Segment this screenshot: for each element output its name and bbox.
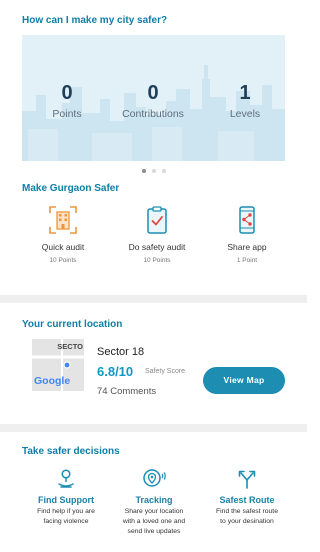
safety-audit-button[interactable]: Do safety audit 10 Points — [107, 204, 207, 264]
share-app-label: Share app — [227, 242, 267, 252]
find-support-desc-line: facing violence — [43, 518, 89, 525]
tracking-title: Tracking — [135, 495, 173, 505]
section-title-location: Your current location — [22, 319, 123, 330]
comments-count[interactable]: 74 Comments — [97, 386, 156, 397]
tracking-desc-line: Share your location — [124, 508, 184, 515]
tracking-desc-line: send live updates — [127, 528, 181, 535]
view-map-button[interactable]: View Map — [203, 367, 285, 394]
safety-audit-label: Do safety audit — [128, 242, 186, 252]
section-divider — [0, 295, 307, 303]
carousel-dot[interactable] — [141, 169, 146, 173]
quick-audit-points: 10 Points — [49, 257, 77, 264]
location-name: Sector 18 — [97, 346, 145, 358]
safety-audit-points: 10 Points — [143, 257, 171, 264]
carousel-indicator — [0, 169, 307, 173]
points-value: 0 — [61, 82, 73, 104]
find-support-desc-line: Find help if you are — [37, 508, 95, 515]
contributions-stat: 0 Contributions — [108, 81, 198, 120]
building-scan-icon — [49, 206, 77, 234]
safety-score-value: 6.8/10 — [97, 364, 134, 379]
tracking-option[interactable]: Tracking Share your location with a love… — [106, 467, 202, 537]
safest-route-option[interactable]: Safest Route Find the safest route to yo… — [199, 467, 295, 527]
safest-route-desc-line: to your desination — [220, 518, 274, 525]
carousel-dot[interactable] — [151, 169, 156, 173]
google-logo: Google — [34, 375, 71, 387]
find-support-title: Find Support — [38, 495, 94, 505]
section-title-make-safer: Make Gurgaon Safer — [22, 183, 120, 194]
levels-value: 1 — [239, 82, 251, 104]
quick-audit-label: Quick audit — [41, 242, 85, 252]
page-title: How can I make my city safer? — [22, 15, 168, 26]
clipboard-check-icon — [147, 206, 167, 234]
points-stat: 0 Points — [22, 81, 112, 120]
levels-stat: 1 Levels — [200, 81, 285, 120]
location-map-thumbnail[interactable]: SECTO Google — [32, 339, 84, 391]
quick-audit-button[interactable]: Quick audit 10 Points — [13, 204, 113, 264]
tracking-desc-line: with a loved one and — [122, 518, 186, 525]
location-tracking-icon — [143, 469, 166, 487]
safest-route-title: Safest Route — [219, 495, 275, 505]
contributions-label: Contributions — [122, 108, 184, 120]
section-title-decisions: Take safer decisions — [22, 446, 120, 457]
map-area-label: SECTO — [57, 342, 83, 351]
phone-share-icon — [239, 206, 255, 234]
share-app-button[interactable]: Share app 1 Point — [197, 204, 297, 264]
person-support-icon — [58, 469, 74, 488]
levels-label: Levels — [229, 108, 261, 120]
carousel-dot[interactable] — [161, 169, 166, 173]
stats-card[interactable]: 0 Points 0 Contributions 1 Levels — [22, 35, 285, 161]
points-label: Points — [52, 108, 82, 120]
safety-score-label: Safety Score — [145, 368, 186, 375]
find-support-option[interactable]: Find Support Find help if you are facing… — [18, 467, 114, 527]
section-divider — [0, 424, 307, 432]
share-app-points: 1 Point — [236, 257, 258, 264]
safest-route-desc-line: Find the safest route — [216, 508, 278, 515]
route-split-icon — [238, 470, 256, 489]
contributions-value: 0 — [147, 82, 159, 104]
